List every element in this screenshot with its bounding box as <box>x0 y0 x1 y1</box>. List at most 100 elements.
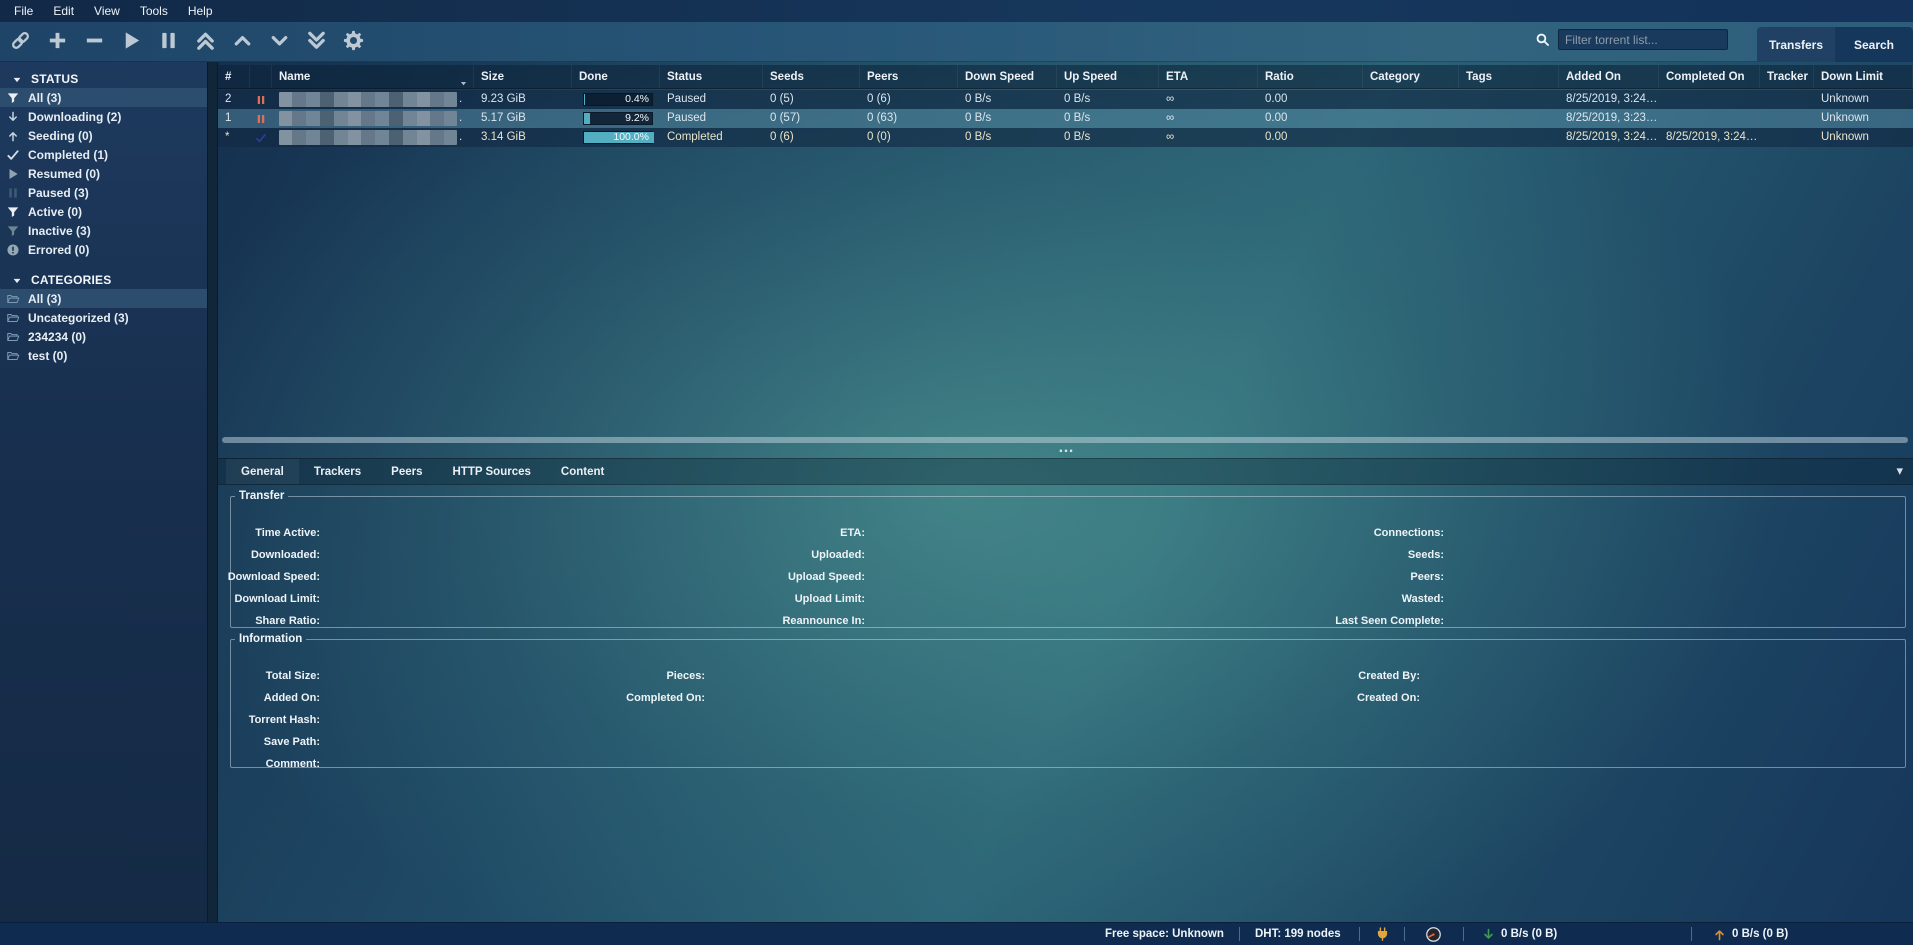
properties-tab-bar: GeneralTrackersPeersHTTP SourcesContent <box>218 458 1913 485</box>
cell-category <box>1363 128 1459 147</box>
cell-state <box>250 90 272 109</box>
column-header-ratio[interactable]: Ratio <box>1258 65 1363 88</box>
sidebar-item-all-3[interactable]: All (3) <box>0 289 207 308</box>
sidebar-item-errored-0[interactable]: Errored (0) <box>0 240 207 259</box>
column-header-done[interactable]: Done <box>572 65 660 88</box>
field-label-time-active: Time Active: <box>255 523 320 543</box>
column-header-name[interactable]: Name <box>272 65 474 88</box>
sidebar-item-234234-0[interactable]: 234234 (0) <box>0 327 207 346</box>
move-down-button[interactable] <box>266 27 292 57</box>
gauge-icon[interactable] <box>1425 926 1442 943</box>
cell-completed_on: 8/25/2019, 3:24… <box>1659 128 1760 147</box>
column-header-status[interactable]: Status <box>660 65 763 88</box>
torrent-row[interactable]: 1.5.17 GiB9.2%Paused0 (57)0 (63)0 B/s0 B… <box>218 109 1913 128</box>
sidebar-item-uncategorized-3[interactable]: Uncategorized (3) <box>0 308 207 327</box>
delete-torrent-button[interactable] <box>81 27 107 57</box>
section-header-status[interactable]: STATUS <box>0 70 207 88</box>
column-header-size[interactable]: Size <box>474 65 572 88</box>
menu-item-edit[interactable]: Edit <box>43 2 84 20</box>
view-tab-transfers[interactable]: Transfers <box>1757 27 1835 62</box>
filter-icon <box>6 205 20 219</box>
cell-name-obscured: . <box>272 90 474 109</box>
view-tab-search[interactable]: Search <box>1835 27 1913 62</box>
sidebar-splitter[interactable] <box>207 62 218 922</box>
column-header-down-speed[interactable]: Down Speed <box>958 65 1057 88</box>
props-tab-trackers[interactable]: Trackers <box>299 459 376 484</box>
torrent-row[interactable]: 2.9.23 GiB0.4%Paused0 (5)0 (6)0 B/s0 B/s… <box>218 90 1913 109</box>
move-top-button[interactable] <box>192 27 218 57</box>
column-header-completed-on[interactable]: Completed On <box>1659 65 1760 88</box>
cell-size: 5.17 GiB <box>474 109 572 128</box>
menu-item-file[interactable]: File <box>4 2 43 20</box>
cell-added_on: 8/25/2019, 3:23… <box>1559 109 1659 128</box>
splitter-handle[interactable]: … <box>1058 439 1075 457</box>
column-header-category[interactable]: Category <box>1363 65 1459 88</box>
paused-status-icon <box>255 94 267 106</box>
section-header-categories[interactable]: CATEGORIES <box>0 271 207 289</box>
cell-done: 100.0% <box>572 128 660 147</box>
cell-status: Completed <box>660 128 763 147</box>
sidebar-item-label: Uncategorized (3) <box>28 311 129 325</box>
sidebar-item-seeding-0[interactable]: Seeding (0) <box>0 126 207 145</box>
collapse-panel-icon[interactable]: ▾ <box>1896 458 1903 485</box>
column-header-tags[interactable]: Tags <box>1459 65 1559 88</box>
cell-tracker <box>1760 109 1814 128</box>
sidebar-item-label: Active (0) <box>28 205 82 219</box>
cell-ratio: 0.00 <box>1258 128 1363 147</box>
field-label-torrent-hash: Torrent Hash: <box>249 710 320 730</box>
panel-splitter[interactable]: … <box>218 445 1913 458</box>
cell-tags <box>1459 128 1559 147</box>
cell-eta: ∞ <box>1159 128 1258 147</box>
sidebar-item-test-0[interactable]: test (0) <box>0 346 207 365</box>
torrent-row[interactable]: *.3.14 GiB100.0%Completed0 (6)0 (0)0 B/s… <box>218 128 1913 147</box>
column-header-seeds[interactable]: Seeds <box>763 65 860 88</box>
cell-down_speed: 0 B/s <box>958 128 1057 147</box>
gear-icon <box>342 29 365 55</box>
props-tab-peers[interactable]: Peers <box>376 459 437 484</box>
sidebar-item-resumed-0[interactable]: Resumed (0) <box>0 164 207 183</box>
download-arrow-icon <box>1481 927 1496 942</box>
props-tab-content[interactable]: Content <box>546 459 619 484</box>
column-header-peers[interactable]: Peers <box>860 65 958 88</box>
cell-tracker <box>1760 128 1814 147</box>
sidebar-item-inactive-3[interactable]: Inactive (3) <box>0 221 207 240</box>
sidebar-item-completed-1[interactable]: Completed (1) <box>0 145 207 164</box>
field-label-peers: Peers: <box>1410 567 1444 587</box>
dht-nodes-label: DHT: 199 nodes <box>1255 923 1341 945</box>
field-label-last-seen-complete: Last Seen Complete: <box>1335 611 1444 631</box>
menu-item-tools[interactable]: Tools <box>130 2 178 20</box>
column-header-down-limit[interactable]: Down Limit <box>1814 65 1913 88</box>
column-header-added-on[interactable]: Added On <box>1559 65 1659 88</box>
filter-torrent-input[interactable] <box>1558 29 1728 50</box>
field-label-download-limit: Download Limit: <box>234 589 320 609</box>
sidebar-item-paused-3[interactable]: Paused (3) <box>0 183 207 202</box>
props-tab-general[interactable]: General <box>226 459 299 484</box>
resume-button[interactable] <box>118 27 144 57</box>
move-bottom-button[interactable] <box>303 27 329 57</box>
column-header-tracker[interactable]: Tracker <box>1760 65 1814 88</box>
sidebar-item-active-0[interactable]: Active (0) <box>0 202 207 221</box>
options-button[interactable] <box>340 27 366 57</box>
column-header-up-speed[interactable]: Up Speed <box>1057 65 1159 88</box>
chevron-down-icon <box>12 275 22 285</box>
field-label-reannounce-in: Reannounce In: <box>782 611 865 631</box>
field-label-created-by: Created By: <box>1358 666 1420 686</box>
field-label-completed-on: Completed On: <box>626 688 705 708</box>
props-tab-http-sources[interactable]: HTTP Sources <box>438 459 546 484</box>
cell-status: Paused <box>660 109 763 128</box>
menu-item-view[interactable]: View <box>84 2 130 20</box>
add-torrent-button[interactable] <box>44 27 70 57</box>
sidebar-item-all-3[interactable]: All (3) <box>0 88 207 107</box>
move-up-button[interactable] <box>229 27 255 57</box>
plug-icon[interactable] <box>1374 926 1391 943</box>
sidebar-item-downloading-2[interactable]: Downloading (2) <box>0 107 207 126</box>
column-header--[interactable]: # <box>218 65 250 88</box>
column-header-state-icon[interactable] <box>250 65 272 88</box>
column-header-eta[interactable]: ETA <box>1159 65 1258 88</box>
pause-button[interactable] <box>155 27 181 57</box>
add-torrent-link-button[interactable] <box>7 27 33 57</box>
sidebar-item-label: Resumed (0) <box>28 167 100 181</box>
cell-num: 2 <box>218 90 250 109</box>
menu-item-help[interactable]: Help <box>178 2 223 20</box>
cell-tags <box>1459 90 1559 109</box>
